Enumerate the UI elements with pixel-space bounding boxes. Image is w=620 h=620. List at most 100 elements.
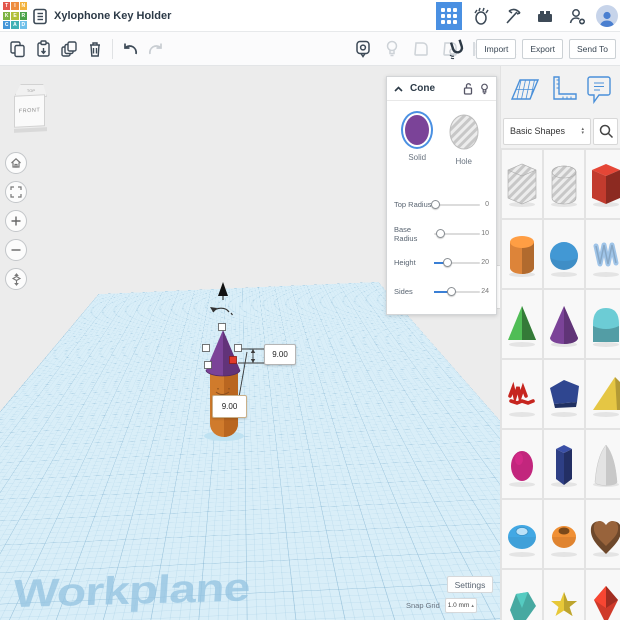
- ortho-icon: [10, 272, 23, 286]
- shape-tile-torus[interactable]: [502, 500, 542, 568]
- magnet-button[interactable]: [444, 37, 470, 61]
- mode-bricks-button[interactable]: [532, 2, 558, 30]
- snap-grid-value: 1.0 mm: [447, 602, 470, 609]
- zoom-in-icon: [10, 215, 22, 227]
- mode-simlab-button[interactable]: [468, 2, 494, 30]
- shape-tile-box[interactable]: [586, 150, 620, 218]
- shape-tile-hole-cylinder[interactable]: [544, 150, 584, 218]
- perspective-toggle-button[interactable]: [5, 268, 27, 290]
- hole-swatch[interactable]: [448, 113, 480, 151]
- slider-knob[interactable]: [447, 286, 457, 296]
- copy-button[interactable]: [4, 37, 30, 61]
- slider-knob[interactable]: [442, 257, 452, 267]
- snap-grid-select[interactable]: 1.0 mm ▴: [444, 598, 477, 613]
- chevron-up-icon[interactable]: [394, 85, 403, 92]
- shape-tile-diamond[interactable]: [586, 570, 620, 620]
- notes-tool-icon[interactable]: [584, 73, 614, 107]
- view-cube-base: [14, 127, 47, 133]
- raise-handle: [218, 282, 228, 300]
- hole-option[interactable]: Hole: [448, 113, 480, 166]
- shape-tile-heart[interactable]: [586, 500, 620, 568]
- shape-tile-half-sphere[interactable]: [502, 430, 542, 498]
- snap-grid-label: Snap Grid: [406, 601, 440, 610]
- shape-tile-sphere[interactable]: [544, 220, 584, 288]
- shape-tile-tube[interactable]: [544, 500, 584, 568]
- workplane-tool-icon[interactable]: [508, 73, 542, 107]
- shape-tile-roof[interactable]: [586, 290, 620, 358]
- slider-sides: Sides 24: [394, 286, 489, 296]
- import-button[interactable]: Import: [476, 38, 517, 59]
- ruler-tool-icon[interactable]: [547, 74, 579, 106]
- slider-knob[interactable]: [435, 228, 445, 238]
- logo-tile: K: [3, 11, 11, 20]
- nav-controls: [5, 152, 27, 290]
- duplicate-button[interactable]: [56, 37, 82, 61]
- shape-tile-paraboloid[interactable]: [586, 430, 620, 498]
- shape-tile-cylinder[interactable]: [502, 220, 542, 288]
- slider-top-radius: Top Radius 0: [394, 199, 489, 209]
- view-cube-front[interactable]: FRONT: [14, 94, 45, 128]
- home-icon: [10, 157, 22, 169]
- redo-button[interactable]: [143, 37, 169, 61]
- shape-tile-star[interactable]: [544, 570, 584, 620]
- cone-object: [205, 330, 241, 377]
- shape-tile-wedge[interactable]: [586, 360, 620, 428]
- shape-tile-scribble[interactable]: [586, 220, 620, 288]
- paste-button[interactable]: [30, 37, 56, 61]
- settings-button[interactable]: Settings: [447, 576, 493, 593]
- shape-tile-pyramid[interactable]: [502, 290, 542, 358]
- group-button[interactable]: [408, 37, 434, 61]
- export-button[interactable]: Export: [522, 38, 563, 59]
- bulb-icon[interactable]: [480, 83, 489, 95]
- fit-view-button[interactable]: [5, 181, 27, 203]
- hand-egg-icon: [471, 6, 491, 26]
- mode-3d-icon: [441, 8, 457, 24]
- mode-blocks-button[interactable]: [500, 2, 526, 30]
- inspector-header: Cone: [387, 77, 496, 101]
- snap-caret-icon: ▴: [471, 602, 474, 609]
- delete-button[interactable]: [82, 37, 108, 61]
- shape-tile-gem[interactable]: [502, 570, 542, 620]
- shape-tile-text[interactable]: [502, 360, 542, 428]
- shape-tile-polygon[interactable]: [544, 360, 584, 428]
- shape-tile-hole-box[interactable]: [502, 150, 542, 218]
- clipboard-group: [0, 37, 169, 61]
- design-doc-icon[interactable]: [32, 8, 49, 25]
- solid-swatch[interactable]: [403, 113, 432, 147]
- invite-button[interactable]: [564, 2, 590, 30]
- dimension-label-depth[interactable]: 9.00: [212, 395, 247, 418]
- home-view-button[interactable]: [5, 152, 27, 174]
- zoom-in-button[interactable]: [5, 210, 27, 232]
- logo-tile: D: [19, 21, 27, 30]
- send-to-button[interactable]: Send To: [568, 38, 616, 59]
- slider-knob[interactable]: [431, 199, 441, 209]
- lego-brick-icon: [536, 8, 554, 24]
- zoom-out-button[interactable]: [5, 239, 27, 261]
- workplane-watermark: Workplane: [12, 566, 251, 617]
- snap-grid-control: Snap Grid 1.0 mm ▴: [406, 598, 477, 613]
- search-button[interactable]: [593, 117, 618, 145]
- tinkercad-logo[interactable]: TINKERCAD: [3, 2, 27, 30]
- mode-3d-button[interactable]: [436, 2, 462, 30]
- toolbar-divider: [112, 38, 113, 59]
- helper-tools: [501, 66, 620, 114]
- material-swatches: Solid Hole: [387, 101, 496, 172]
- hide-button[interactable]: [350, 37, 376, 61]
- zoom-out-icon: [10, 244, 22, 256]
- show-all-button[interactable]: [379, 37, 405, 61]
- logo-tile: E: [11, 11, 19, 20]
- shape-gallery: [501, 148, 620, 620]
- view-cube[interactable]: TOP FRONT: [13, 84, 49, 134]
- design-title: Xylophone Key Holder: [54, 10, 172, 22]
- solid-option[interactable]: Solid: [403, 113, 432, 166]
- undo-button[interactable]: [117, 37, 143, 61]
- dimension-label-width[interactable]: 9.00: [264, 344, 296, 365]
- select-arrows-icon: ▴ ▾: [581, 126, 584, 136]
- category-select[interactable]: Basic Shapes ▴ ▾: [503, 117, 591, 145]
- shape-tile-cone[interactable]: [544, 290, 584, 358]
- hole-label: Hole: [455, 157, 472, 166]
- shape-tile-prism[interactable]: [544, 430, 584, 498]
- mode-switcher: [436, 0, 618, 32]
- lock-icon[interactable]: [463, 82, 473, 95]
- avatar[interactable]: [596, 5, 618, 27]
